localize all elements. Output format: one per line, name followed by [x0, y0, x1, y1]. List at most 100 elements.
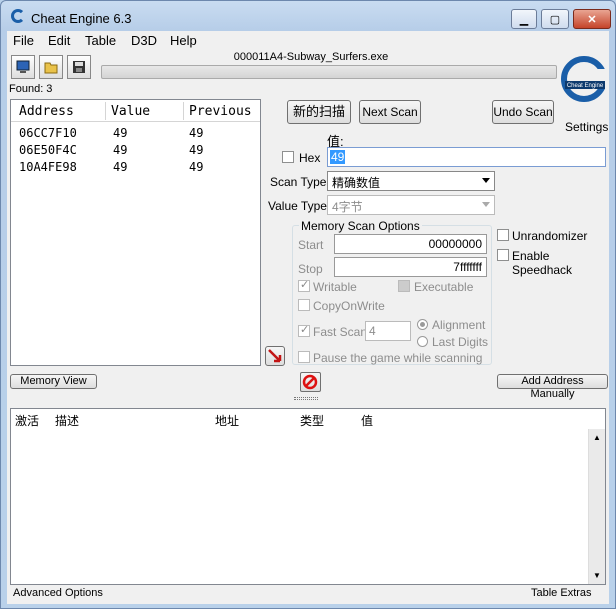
writable-checkbox[interactable] — [298, 278, 310, 292]
menu-help[interactable]: Help — [170, 33, 197, 48]
minimize-icon: ▁ — [519, 13, 529, 26]
last-digits-label: Last Digits — [432, 335, 489, 349]
window-title: Cheat Engine 6.3 — [31, 11, 132, 26]
speedhack-label: Enable Speedhack — [512, 249, 573, 277]
hex-label: Hex — [299, 151, 321, 165]
menu-d3d[interactable]: D3D — [131, 33, 157, 48]
cheat-table[interactable]: 激活 描述 地址 类型 值 ▲ ▼ — [10, 408, 606, 585]
results-header: Address Value Previous — [11, 100, 260, 122]
open-process-button[interactable] — [11, 55, 35, 79]
computer-icon — [16, 60, 30, 73]
value-input[interactable]: 49 — [327, 147, 606, 167]
scan-type-value: 精确数值 — [332, 176, 381, 190]
menu-bar: File Edit Table D3D Help — [7, 31, 609, 50]
vertical-scrollbar[interactable]: ▲ ▼ — [588, 429, 605, 584]
cheat-engine-app-icon — [11, 9, 25, 23]
table-extras-link[interactable]: Table Extras — [531, 587, 592, 599]
row-address: 06CC7F10 — [19, 126, 77, 140]
column-active[interactable]: 激活 — [15, 412, 39, 429]
client-area: File Edit Table D3D Help 000011A4-Subway… — [7, 31, 609, 604]
column-address[interactable]: Address — [19, 104, 74, 119]
row-value: 49 — [113, 143, 128, 157]
last-digits-radio[interactable] — [417, 336, 428, 347]
chevron-down-icon — [482, 202, 490, 207]
alignment-radio[interactable] — [417, 319, 428, 330]
column-value[interactable]: 值 — [361, 412, 373, 429]
value-type-value: 4字节 — [332, 200, 363, 214]
column-address[interactable]: 地址 — [215, 412, 239, 429]
column-previous[interactable]: Previous — [189, 104, 252, 119]
undo-scan-button[interactable]: Undo Scan — [492, 100, 554, 124]
scan-type-label: Scan Type — [270, 175, 327, 189]
memory-view-button[interactable]: Memory View — [10, 374, 97, 389]
memory-scan-options-title: Memory Scan Options — [299, 219, 422, 233]
svg-text:Cheat Engine: Cheat Engine — [567, 83, 604, 89]
process-name: 000011A4-Subway_Surfers.exe — [233, 51, 389, 63]
fast-scan-input[interactable]: 4 — [365, 321, 411, 341]
copy-on-write-label: CopyOnWrite — [313, 299, 385, 313]
first-scan-button[interactable]: 新的扫描 — [287, 100, 351, 124]
main-window: Cheat Engine 6.3 ▁ ▢ ✕ File Edit Table D… — [0, 0, 616, 609]
pause-game-checkbox[interactable] — [298, 351, 310, 363]
executable-label: Executable — [414, 280, 474, 294]
close-button[interactable]: ✕ — [573, 9, 611, 29]
maximize-button[interactable]: ▢ — [541, 9, 569, 29]
table-row[interactable]: 10A4FE98 49 49 — [11, 159, 260, 176]
value-type-label: Value Type — [268, 199, 327, 213]
cheat-engine-logo-icon[interactable]: Cheat Engine — [559, 51, 609, 111]
table-row[interactable]: 06E50F4C 49 49 — [11, 142, 260, 159]
scan-type-select[interactable]: 精确数值 — [327, 171, 495, 191]
scan-progress-bar — [101, 65, 557, 79]
pause-game-label: Pause the game while scanning — [313, 351, 483, 365]
start-address-input[interactable]: 00000000 — [334, 234, 487, 254]
red-arrow-icon — [268, 349, 282, 363]
stop-button[interactable] — [300, 372, 321, 392]
scroll-up-icon[interactable]: ▲ — [593, 433, 601, 442]
writable-label: Writable — [313, 280, 357, 294]
row-value: 49 — [113, 160, 128, 174]
scroll-down-icon[interactable]: ▼ — [593, 571, 601, 580]
maximize-icon: ▢ — [549, 13, 561, 26]
stop-address-input[interactable]: 7fffffff — [334, 257, 487, 277]
speedhack-checkbox[interactable] — [497, 249, 509, 261]
row-address: 10A4FE98 — [19, 160, 77, 174]
alignment-label: Alignment — [432, 318, 486, 332]
column-type[interactable]: 类型 — [300, 412, 324, 429]
menu-edit[interactable]: Edit — [48, 33, 70, 48]
fast-scan-checkbox[interactable] — [298, 323, 310, 337]
stop-icon — [302, 374, 318, 390]
close-icon: ✕ — [587, 13, 597, 26]
save-file-button[interactable] — [67, 55, 91, 79]
settings-link[interactable]: Settings — [565, 120, 608, 134]
floppy-disk-icon — [73, 61, 85, 73]
folder-open-icon — [44, 62, 58, 74]
column-description[interactable]: 描述 — [55, 412, 79, 429]
copy-on-write-checkbox[interactable] — [298, 299, 310, 311]
table-row[interactable]: 06CC7F10 49 49 — [11, 125, 260, 142]
fast-scan-value: 4 — [369, 324, 376, 338]
menu-file[interactable]: File — [13, 33, 34, 48]
next-scan-button[interactable]: Next Scan — [359, 100, 421, 124]
stop-label: Stop — [298, 262, 323, 276]
row-previous: 49 — [189, 143, 204, 157]
found-count: Found: 3 — [9, 83, 53, 95]
minimize-button[interactable]: ▁ — [511, 9, 537, 29]
value-type-select[interactable]: 4字节 — [327, 195, 495, 215]
add-address-button[interactable]: Add Address Manually — [497, 374, 608, 400]
row-address: 06E50F4C — [19, 143, 77, 157]
panel-splitter[interactable] — [294, 397, 318, 400]
row-previous: 49 — [189, 160, 204, 174]
menu-table[interactable]: Table — [85, 33, 116, 48]
title-bar: Cheat Engine 6.3 ▁ ▢ ✕ — [1, 1, 615, 31]
open-file-button[interactable] — [39, 55, 63, 79]
row-value: 49 — [113, 126, 128, 140]
unrandomizer-checkbox[interactable] — [497, 229, 509, 241]
advanced-options-link[interactable]: Advanced Options — [13, 587, 103, 599]
hex-checkbox[interactable] — [282, 151, 294, 163]
scan-results-list[interactable]: Address Value Previous 06CC7F10 49 49 06… — [10, 99, 261, 366]
column-value[interactable]: Value — [111, 104, 150, 119]
value-input-text: 49 — [330, 150, 346, 164]
executable-checkbox[interactable] — [398, 280, 410, 292]
stop-address-value: 7fffffff — [453, 260, 482, 274]
add-to-list-button[interactable] — [265, 346, 285, 366]
